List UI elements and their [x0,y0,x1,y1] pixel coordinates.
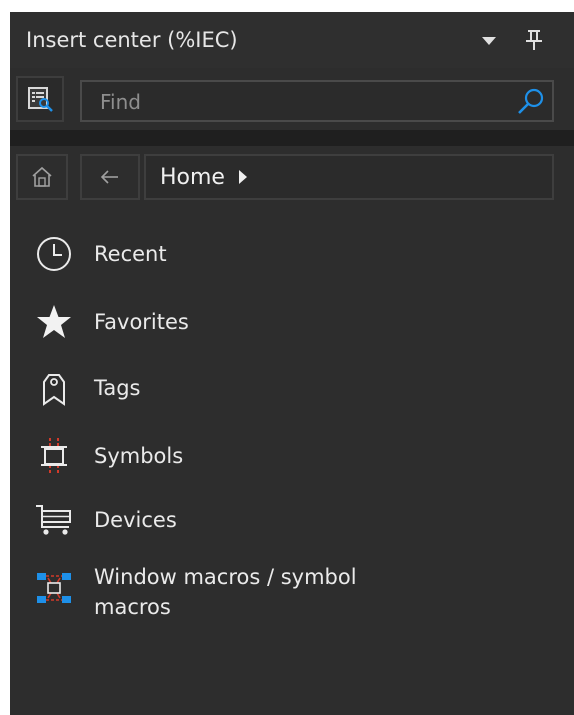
nav-item-label: Tags [94,376,141,400]
search-box [80,80,554,122]
panel-titlebar: Insert center (%IEC) [10,12,574,68]
nav-item-label: Devices [94,508,177,532]
cart-icon [34,500,74,540]
nav-item-window-macros[interactable]: Window macros / symbol macros [34,562,554,622]
breadcrumb-home[interactable]: Home [160,165,225,190]
dropdown-arrow-icon [482,37,496,45]
search-list-icon [28,87,53,112]
symbol-icon [34,436,74,476]
nav-item-symbols[interactable]: Symbols [34,436,554,476]
home-icon [32,166,52,187]
home-button[interactable] [16,154,68,200]
arrow-left-icon [100,170,118,184]
nav-item-recent[interactable]: Recent [34,234,554,274]
tag-icon [34,368,74,408]
nav-item-label: Window macros / symbol macros [94,565,357,619]
breadcrumb-expand-icon[interactable] [238,170,247,184]
nav-item-label: Recent [94,242,167,266]
panel-menu-button[interactable] [478,30,500,52]
pin-icon [526,30,542,50]
pin-button[interactable] [522,28,546,52]
window-macro-icon [34,568,74,608]
search-settings-button[interactable] [16,76,64,122]
nav-item-label: Favorites [94,310,189,334]
insert-center-panel: Insert center (%IEC) Find Home Recent Fa… [10,12,574,715]
back-button[interactable] [80,154,140,200]
panel-title: Insert center (%IEC) [26,28,238,52]
breadcrumb: Home [144,154,554,200]
search-icon[interactable] [516,86,546,116]
star-icon [34,302,74,342]
search-row [10,68,574,130]
nav-item-label: Symbols [94,444,184,468]
nav-item-tags[interactable]: Tags [34,368,554,408]
nav-item-favorites[interactable]: Favorites [34,302,554,342]
clock-icon [34,234,74,274]
toolbar-separator [10,130,574,146]
search-input[interactable] [82,82,522,122]
nav-item-devices[interactable]: Devices [34,500,554,540]
navigation-row: Home [10,146,574,208]
